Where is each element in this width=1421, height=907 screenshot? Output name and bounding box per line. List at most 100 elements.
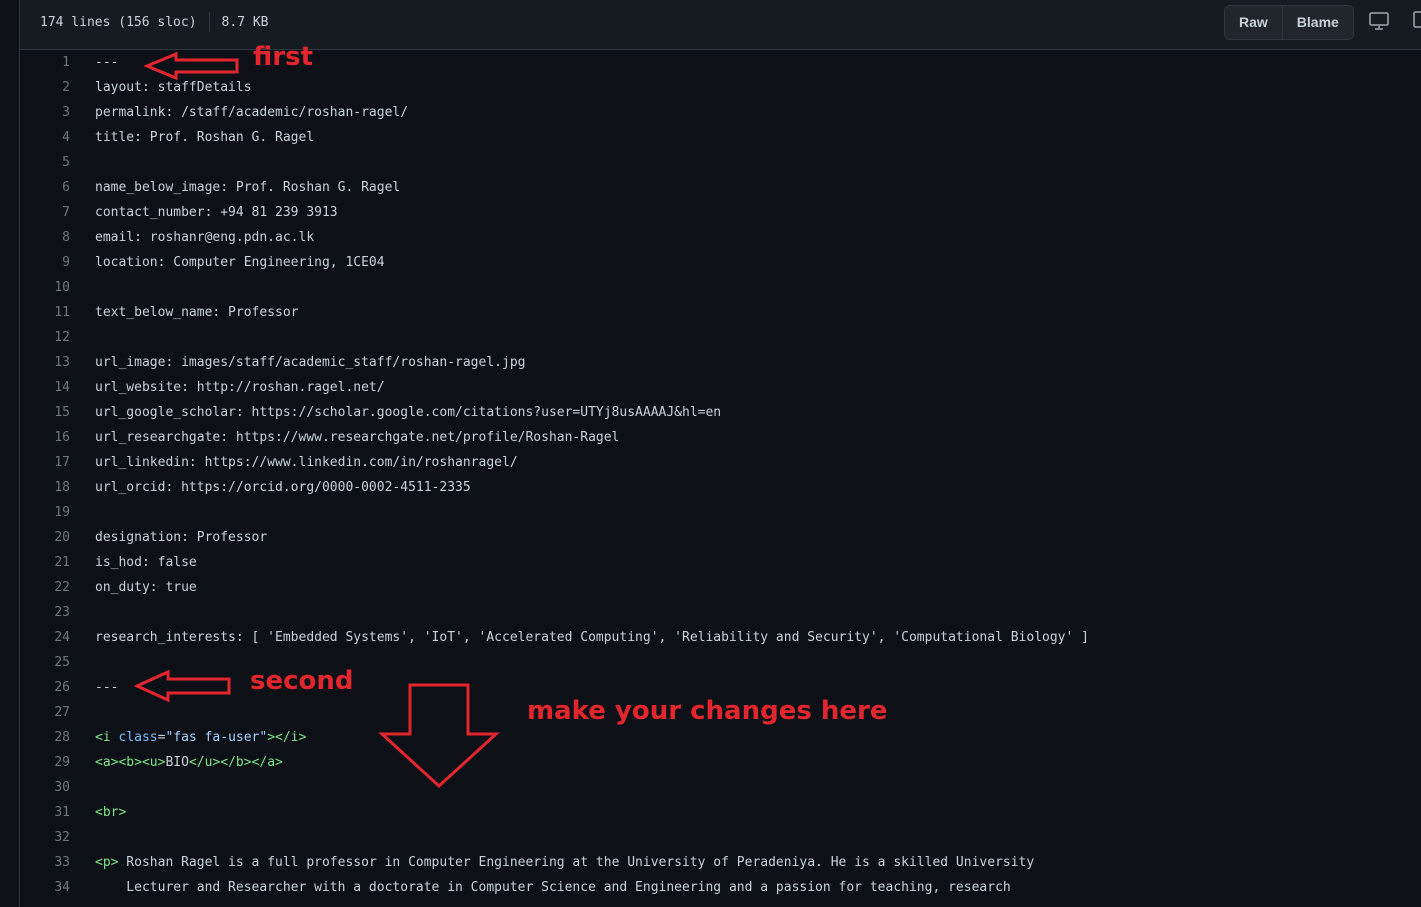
line-number[interactable]: 25 (20, 650, 70, 675)
line-content: url_website: http://roshan.ragel.net/ (95, 380, 385, 395)
file-info: 174 lines (156 sloc) 8.7 KB (40, 12, 269, 32)
line-content: url_image: images/staff/academic_staff/r… (95, 355, 526, 370)
code-line: 5 (20, 150, 1421, 175)
line-number[interactable]: 4 (20, 125, 70, 150)
line-number[interactable]: 10 (20, 275, 70, 300)
left-gutter (0, 0, 20, 907)
line-content: is_hod: false (95, 555, 197, 570)
line-number[interactable]: 31 (20, 800, 70, 825)
code-line: 20 designation: Professor (20, 525, 1421, 550)
annotation-first: first (253, 42, 313, 72)
line-number[interactable]: 13 (20, 350, 70, 375)
line-content: contact_number: +94 81 239 3913 (95, 205, 338, 220)
copy-icon[interactable] (1412, 10, 1421, 32)
raw-button[interactable]: Raw (1225, 6, 1282, 39)
line-content: url_researchgate: https://www.researchga… (95, 430, 620, 445)
code-line: 11 text_below_name: Professor (20, 300, 1421, 325)
line-content: --- (95, 55, 119, 70)
code-line: 28 <i class="fas fa-user"></i> (20, 725, 1421, 750)
file-header: 174 lines (156 sloc) 8.7 KB Raw Blame (20, 3, 1421, 50)
line-number[interactable]: 29 (20, 750, 70, 775)
code-line: 23 (20, 600, 1421, 625)
line-number[interactable]: 20 (20, 525, 70, 550)
code-line: 6 name_below_image: Prof. Roshan G. Ragel (20, 175, 1421, 200)
line-number[interactable]: 15 (20, 400, 70, 425)
code-line: 18 url_orcid: https://orcid.org/0000-0002… (20, 475, 1421, 500)
code-line: 8 email: roshanr@eng.pdn.ac.lk (20, 225, 1421, 250)
monitor-icon[interactable] (1368, 10, 1390, 32)
line-content: url_orcid: https://orcid.org/0000-0002-4… (95, 480, 471, 495)
line-number[interactable]: 6 (20, 175, 70, 200)
line-number[interactable]: 5 (20, 150, 70, 175)
line-number[interactable]: 24 (20, 625, 70, 650)
line-number[interactable]: 19 (20, 500, 70, 525)
line-number[interactable]: 8 (20, 225, 70, 250)
line-content: --- (95, 680, 119, 695)
first-arrow-icon (144, 51, 239, 81)
line-content: on_duty: true (95, 580, 197, 595)
line-content: url_linkedin: https://www.linkedin.com/i… (95, 455, 518, 470)
line-content: designation: Professor (95, 530, 268, 545)
line-content: <i class="fas fa-user"></i> (95, 730, 307, 745)
line-content: Lecturer and Researcher with a doctorate… (95, 880, 1011, 895)
code-line: 15 url_google_scholar: https://scholar.go… (20, 400, 1421, 425)
line-number[interactable]: 18 (20, 475, 70, 500)
line-number[interactable]: 9 (20, 250, 70, 275)
line-number[interactable]: 17 (20, 450, 70, 475)
code-line: 17 url_linkedin: https://www.linkedin.com… (20, 450, 1421, 475)
line-content: research_interests: [ 'Embedded Systems'… (95, 630, 1089, 645)
code-line: 13 url_image: images/staff/academic_staff… (20, 350, 1421, 375)
line-number[interactable]: 23 (20, 600, 70, 625)
down-arrow-icon (378, 683, 500, 789)
line-content: <a><b><u>BIO</u></b></a> (95, 755, 283, 770)
code-line: 3 permalink: /staff/academic/roshan-ragel… (20, 100, 1421, 125)
line-number[interactable]: 28 (20, 725, 70, 750)
code-line: 9 location: Computer Engineering, 1CE04 (20, 250, 1421, 275)
line-number[interactable]: 26 (20, 675, 70, 700)
line-number[interactable]: 27 (20, 700, 70, 725)
line-number[interactable]: 2 (20, 75, 70, 100)
line-number[interactable]: 3 (20, 100, 70, 125)
line-content: <p> Roshan Ragel is a full professor in … (95, 855, 1035, 870)
line-number[interactable]: 21 (20, 550, 70, 575)
info-divider (208, 12, 210, 32)
line-content: <br> (95, 805, 127, 820)
line-number[interactable]: 11 (20, 300, 70, 325)
code-line: 22 on_duty: true (20, 575, 1421, 600)
lines-count: 174 lines (156 sloc) (40, 14, 197, 30)
annotation-second: second (250, 666, 354, 696)
line-number[interactable]: 16 (20, 425, 70, 450)
code-line: 7 contact_number: +94 81 239 3913 (20, 200, 1421, 225)
line-number[interactable]: 12 (20, 325, 70, 350)
second-arrow-icon (134, 669, 231, 703)
code-line: 12 (20, 325, 1421, 350)
code-line: 16 url_researchgate: https://www.research… (20, 425, 1421, 450)
code-line: 14 url_website: http://roshan.ragel.net/ (20, 375, 1421, 400)
line-number[interactable]: 22 (20, 575, 70, 600)
line-content: text_below_name: Professor (95, 305, 299, 320)
code-line: 10 (20, 275, 1421, 300)
line-number[interactable]: 33 (20, 850, 70, 875)
code-view: 1 --- 2 layout: staffDetails 3 permalink: /st… (20, 50, 1421, 900)
code-line: 34 Lecturer and Researcher with a doctor… (20, 875, 1421, 900)
line-content: title: Prof. Roshan G. Ragel (95, 130, 315, 145)
code-line: 32 (20, 825, 1421, 850)
line-number[interactable]: 14 (20, 375, 70, 400)
code-line: 4 title: Prof. Roshan G. Ragel (20, 125, 1421, 150)
line-content: name_below_image: Prof. Roshan G. Ragel (95, 180, 401, 195)
annotation-make-changes: make your changes here (527, 696, 888, 726)
line-number[interactable]: 32 (20, 825, 70, 850)
line-number[interactable]: 1 (20, 50, 70, 75)
code-line: 29 <a><b><u>BIO</u></b></a> (20, 750, 1421, 775)
code-line: 30 (20, 775, 1421, 800)
code-line: 31 <br> (20, 800, 1421, 825)
blame-button[interactable]: Blame (1281, 6, 1353, 39)
line-content: url_google_scholar: https://scholar.goog… (95, 405, 722, 420)
line-content: location: Computer Engineering, 1CE04 (95, 255, 385, 270)
view-button-group: Raw Blame (1224, 5, 1354, 40)
line-content: email: roshanr@eng.pdn.ac.lk (95, 230, 315, 245)
line-number[interactable]: 34 (20, 875, 70, 900)
line-number[interactable]: 7 (20, 200, 70, 225)
line-number[interactable]: 30 (20, 775, 70, 800)
code-line: 33 <p> Roshan Ragel is a full professor i… (20, 850, 1421, 875)
